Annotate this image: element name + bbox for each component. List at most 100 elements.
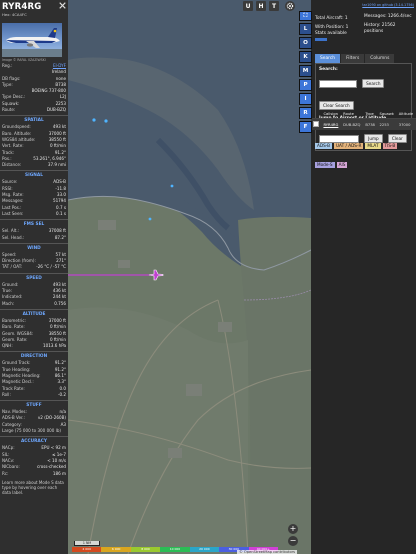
info-value: 1013.6 hPa bbox=[42, 343, 66, 349]
toolbar-button-l[interactable]: L bbox=[299, 23, 312, 35]
info-row: Large (75 000 to 300 000 lb) bbox=[0, 428, 68, 434]
expand-icon: ⛶ bbox=[303, 12, 308, 19]
ident-rows: Reg.: EI-DYF Ireland DB flags: none Type: B738… bbox=[0, 63, 68, 113]
table-cell: DUB-BZQ bbox=[343, 122, 361, 127]
search-button[interactable]: Search bbox=[362, 79, 385, 88]
info-value: -26 °C / -57 °C bbox=[36, 264, 66, 270]
search-label: Search: bbox=[319, 67, 338, 72]
info-value: A3 bbox=[60, 421, 66, 427]
section-title-direction: DIRECTION bbox=[0, 351, 68, 360]
section-title-fms-sel: FMS SEL bbox=[0, 219, 68, 228]
info-row: Mach: 0.756 bbox=[0, 301, 68, 307]
table-cell[interactable]: RYR4RG bbox=[321, 119, 341, 131]
source-chip: TIS-B bbox=[382, 143, 398, 149]
source-chip: MLAT bbox=[365, 143, 381, 149]
column-header[interactable]: Squawk bbox=[377, 110, 397, 119]
info-key: QNH: bbox=[2, 343, 13, 349]
toolbar-button-p[interactable]: P bbox=[299, 79, 312, 91]
map-canvas[interactable] bbox=[68, 0, 311, 554]
source-chip: UAT / ADS-R bbox=[333, 143, 364, 149]
column-header[interactable]: Callsign bbox=[321, 110, 342, 119]
column-header[interactable]: Route bbox=[341, 110, 364, 119]
info-row: QNH: 1013.6 hPa bbox=[0, 343, 68, 349]
table-header-row: Callsign Route Type Squawk Altitude bbox=[311, 110, 416, 119]
info-key: Roll: bbox=[2, 391, 11, 397]
expand-button[interactable]: ⛶ bbox=[299, 11, 312, 21]
toolbar-button-o[interactable]: O bbox=[299, 37, 312, 49]
legend-item: 10 000 bbox=[160, 547, 190, 552]
aircraft-hex: Hex: 4CA4FC bbox=[2, 12, 27, 17]
info-key: Rc: bbox=[2, 470, 9, 476]
toolbar-button-k[interactable]: K bbox=[299, 51, 312, 63]
toolbar-button-r[interactable]: R bbox=[299, 107, 312, 119]
column-header[interactable]: Type bbox=[363, 110, 378, 119]
stats-bar bbox=[315, 38, 327, 41]
section-title-spatial: SPATIAL bbox=[0, 115, 68, 124]
messages-rate: Messages: 1266.4/sec bbox=[364, 14, 412, 19]
section-title-accuracy: ACCURACY bbox=[0, 436, 68, 445]
source-chip: ADS-B bbox=[315, 143, 332, 149]
source-chip: AIS bbox=[336, 162, 348, 168]
select-all-checkbox[interactable] bbox=[311, 110, 322, 119]
gear-icon bbox=[286, 2, 294, 10]
right-panel: tar1090 on github (3.14.1756) Total Airc… bbox=[311, 0, 416, 554]
section-title-stuff: STUFF bbox=[0, 400, 68, 409]
section-title-speed: SPEED bbox=[0, 272, 68, 282]
map-button-h[interactable]: H bbox=[256, 1, 266, 11]
info-row: TAT / OAT: -26 °C / -57 °C bbox=[0, 264, 68, 270]
toolbar-button-m[interactable]: M bbox=[299, 65, 312, 77]
settings-button[interactable] bbox=[285, 1, 295, 11]
source-chip: Mode-S bbox=[315, 162, 335, 168]
github-link[interactable]: tar1090 on github (3.14.1756) bbox=[362, 3, 414, 7]
map-attribution[interactable]: © OpenStreetMap contributors bbox=[237, 550, 297, 554]
tab-columns[interactable]: Columns bbox=[365, 54, 395, 63]
panel-tabs: Search Filters Columns bbox=[315, 54, 412, 63]
table-cell: B738 bbox=[365, 122, 375, 127]
toolbar-button-f[interactable]: F bbox=[299, 121, 312, 133]
aircraft-table-wrap: Callsign Route Type Squawk Altitude RYR4RG DU… bbox=[311, 110, 416, 172]
map-button-t[interactable]: T bbox=[269, 1, 279, 11]
clear-search-button[interactable]: Clear Search bbox=[319, 101, 354, 110]
info-key: Distance: bbox=[2, 162, 22, 168]
aircraft-photo[interactable] bbox=[2, 23, 62, 57]
info-row: Roll: -0.2 bbox=[0, 392, 68, 398]
info-key: Type: bbox=[2, 81, 13, 87]
toolbar-button-i[interactable]: I bbox=[299, 93, 312, 105]
total-aircraft: Total Aircraft: 1 bbox=[315, 16, 348, 21]
source-legend: ADS-B UAT / ADS-R MLAT TIS-B Mode-S AIS bbox=[311, 130, 416, 172]
table-cell: 37000 bbox=[398, 122, 411, 127]
checkbox-icon[interactable] bbox=[313, 121, 319, 127]
legend-item: 20 000 bbox=[189, 547, 220, 552]
info-row: Route: DUB-BZQ bbox=[0, 107, 68, 113]
legend-item: 6 000 bbox=[101, 547, 131, 552]
close-icon[interactable] bbox=[59, 2, 66, 9]
row-checkbox[interactable] bbox=[311, 119, 321, 131]
map-view[interactable]: U H T + − 1 NM 4 000 6 000 8 000 10 000 20 0… bbox=[68, 0, 311, 554]
aircraft-icon[interactable] bbox=[148, 268, 164, 282]
info-value: 186 m bbox=[52, 470, 66, 476]
info-value: -0.2 bbox=[58, 391, 66, 397]
search-input[interactable] bbox=[319, 79, 357, 88]
legend-item: 8 000 bbox=[130, 547, 161, 552]
history-count: History: 21562 positions bbox=[364, 23, 396, 34]
stats-available[interactable]: Stats available bbox=[315, 31, 365, 37]
info-row: Last Seen: 0.1 s bbox=[0, 211, 68, 217]
zoom-in-button[interactable]: + bbox=[288, 524, 298, 534]
table-cell: 2253 bbox=[379, 122, 389, 127]
tab-filters[interactable]: Filters bbox=[341, 54, 365, 63]
info-key: TAT / OAT: bbox=[2, 264, 23, 270]
zoom-out-button[interactable]: − bbox=[288, 536, 298, 546]
map-button-u[interactable]: U bbox=[243, 1, 253, 11]
messages-block: Messages: 1266.4/sec History: 21562 posi… bbox=[364, 14, 414, 35]
tab-search[interactable]: Search bbox=[315, 54, 341, 63]
toolbar-strip: ⛶ L O K M P I R F bbox=[299, 11, 312, 135]
info-value: 87.2° bbox=[54, 234, 66, 240]
info-value: 0.756 bbox=[54, 300, 66, 306]
right-top-bar: tar1090 on github (3.14.1756) bbox=[311, 0, 416, 14]
column-header[interactable]: Altitude bbox=[396, 110, 416, 119]
info-value: DUB-BZQ bbox=[46, 107, 66, 113]
info-key: Large (75 000 to 300 000 lb) bbox=[2, 428, 62, 434]
info-value: 37.9 nmi bbox=[47, 162, 66, 168]
table-row[interactable]: RYR4RG DUB-BZQ B738 2253 37000 bbox=[311, 118, 416, 131]
info-key: Sel. Head.: bbox=[2, 234, 25, 240]
